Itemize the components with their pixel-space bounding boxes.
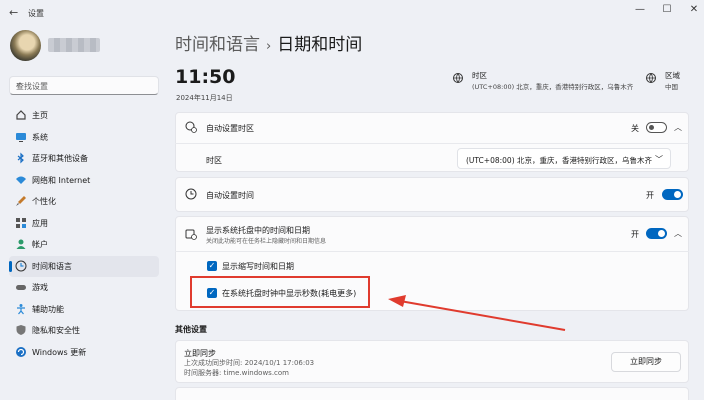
next-card: [175, 387, 689, 400]
time-server-text: 时间服务器: time.windows.com: [184, 369, 290, 377]
last-sync-text: 上次成功同步时间: 2024/10/1 17:06:03: [184, 359, 315, 367]
sync-now-button[interactable]: 立即同步: [611, 352, 681, 372]
other-settings-heading: 其他设置: [175, 325, 207, 334]
